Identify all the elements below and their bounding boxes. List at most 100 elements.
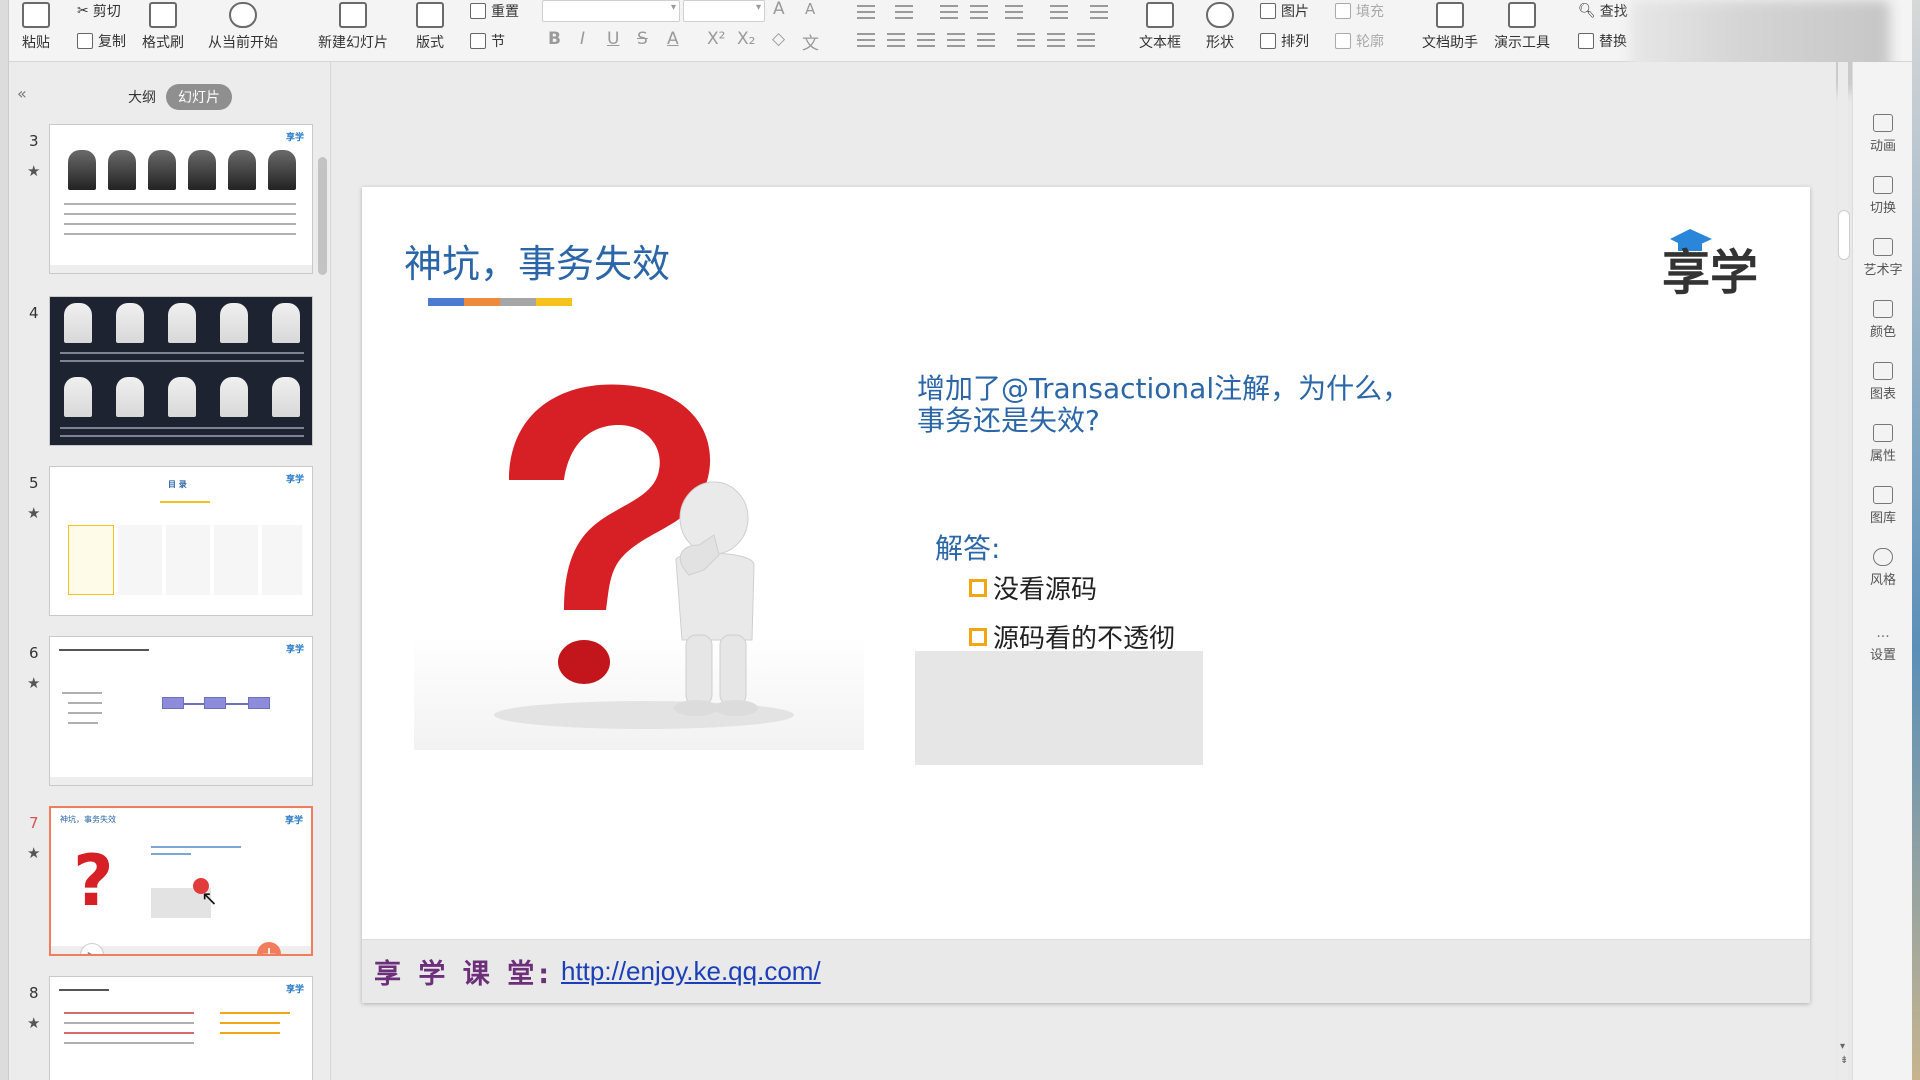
superscript-icon[interactable]: X²	[707, 29, 725, 49]
text-box-button[interactable]: 文本框	[1139, 2, 1181, 52]
bar-segment	[536, 298, 572, 306]
thumb-photo	[116, 377, 144, 417]
justify-icon[interactable]	[947, 33, 965, 47]
increase-indent-icon[interactable]	[970, 5, 988, 19]
shrink-font-icon[interactable]: A	[805, 0, 815, 18]
right-task-pane: 动画 切换 艺术字 颜色 图表 属性 图库 风格 ··· 设置	[1852, 62, 1912, 1080]
thumb-text-line	[59, 989, 109, 991]
bullet-item[interactable]: 源码看的不透彻	[969, 618, 1175, 655]
arrange-button[interactable]: 排列	[1260, 31, 1309, 51]
text-direction-icon[interactable]	[1090, 5, 1108, 19]
paragraph-icon[interactable]	[1077, 33, 1095, 47]
scissors-icon: ✂	[77, 3, 89, 19]
bold-icon[interactable]: B	[548, 29, 561, 49]
current-slide[interactable]: 神坑，事务失效 享学 增加了@Transactional注解，为什么，事务还是失…	[362, 187, 1810, 1003]
italic-icon[interactable]: I	[580, 29, 585, 49]
question-text[interactable]: 增加了@Transactional注解，为什么，事务还是失效?	[917, 373, 1437, 437]
settings-pane-button[interactable]: ··· 设置	[1853, 630, 1913, 663]
clear-format-icon[interactable]: ◇	[772, 29, 785, 49]
play-slide-icon[interactable]: ▶	[80, 943, 104, 954]
copy-button[interactable]: 复制	[77, 31, 126, 51]
properties-pane-button[interactable]: 属性	[1853, 424, 1913, 464]
reset-button[interactable]: 重置	[470, 1, 519, 21]
doc-assistant-icon	[1436, 2, 1464, 28]
bar-segment	[428, 298, 464, 306]
tab-outline[interactable]: 大纲	[116, 84, 168, 110]
decrease-indent-icon[interactable]	[940, 5, 958, 19]
answer-label[interactable]: 解答:	[935, 527, 1000, 567]
new-slide-button[interactable]: 新建幻灯片	[318, 2, 388, 52]
para-spacing-icon[interactable]	[1047, 33, 1065, 47]
chart-pane-button[interactable]: 图表	[1853, 362, 1913, 402]
slide-title[interactable]: 神坑，事务失效	[404, 233, 670, 288]
strikethrough-icon[interactable]: S	[637, 29, 648, 49]
reset-icon	[470, 3, 486, 19]
thumb-text-line	[64, 1022, 194, 1024]
replace-icon	[1578, 33, 1594, 49]
subscript-icon[interactable]: X₂	[737, 29, 755, 49]
shape-button[interactable]: 形状	[1206, 2, 1234, 52]
align-right-icon[interactable]	[917, 33, 935, 47]
slide-thumbnail-5[interactable]: 享学 目 录	[49, 466, 313, 616]
main-scrollbar-thumb[interactable]	[1838, 210, 1850, 260]
collapse-pane-icon[interactable]: «	[17, 84, 27, 103]
format-painter-icon	[149, 2, 177, 28]
slide-thumbnail-8[interactable]: 享学	[49, 976, 313, 1080]
animation-icon	[1873, 114, 1893, 132]
font-family-select[interactable]	[542, 0, 680, 22]
animation-pane-button[interactable]: 动画	[1853, 114, 1913, 154]
footer-link[interactable]: http://enjoy.ke.qq.com/	[561, 956, 821, 987]
text-box-icon	[1146, 2, 1174, 28]
play-from-current-button[interactable]: 从当前开始	[208, 2, 278, 52]
thumbnail-scrollbar[interactable]	[318, 157, 327, 275]
slide-thumbnail-3[interactable]: 享学	[49, 124, 313, 274]
thumb-text-line	[68, 722, 98, 724]
align-center-icon[interactable]	[887, 33, 905, 47]
scroll-arrows-icon[interactable]: ▾ ⇟	[1840, 1040, 1848, 1068]
phonetic-icon[interactable]: 文	[802, 29, 819, 54]
distribute-icon[interactable]	[977, 33, 995, 47]
transition-pane-button[interactable]: 切换	[1853, 176, 1913, 216]
slide-thumbnail-7[interactable]: 神坑，事务失效 享学 ? ↖ ▶ +	[49, 806, 313, 956]
fill-button[interactable]: 填充	[1335, 1, 1384, 21]
wordart-pane-button[interactable]: 艺术字	[1853, 238, 1913, 278]
section-button[interactable]: 节	[470, 31, 505, 51]
tab-slides[interactable]: 幻灯片	[166, 84, 232, 110]
bullet-text: 源码看的不透彻	[993, 624, 1176, 654]
columns-icon[interactable]	[1005, 5, 1023, 19]
color-grid-icon	[1873, 300, 1893, 318]
color-pane-button[interactable]: 颜色	[1853, 300, 1913, 340]
underline-icon[interactable]: U	[607, 29, 619, 49]
replace-button[interactable]: 替换	[1578, 31, 1627, 51]
paste-button[interactable]: 粘贴	[22, 2, 50, 52]
bullets-icon[interactable]	[857, 5, 875, 19]
cut-button[interactable]: ✂ 剪切	[77, 1, 121, 21]
style-pane-button[interactable]: 风格	[1853, 548, 1913, 588]
thumb-title: 神坑，事务失效	[60, 815, 116, 824]
format-painter-button[interactable]: 格式刷	[142, 2, 184, 52]
add-slide-icon[interactable]: +	[257, 942, 281, 954]
font-color-icon[interactable]: A	[667, 29, 679, 49]
slide-thumbnail-6[interactable]: 享学	[49, 636, 313, 786]
numbering-icon[interactable]	[895, 5, 913, 19]
slide-number: 3	[29, 132, 39, 150]
picture-button[interactable]: 图片	[1260, 1, 1309, 21]
layout-button[interactable]: 版式	[416, 2, 444, 52]
thumb-text-line	[220, 1032, 280, 1034]
find-button[interactable]: 🔍︎ 查找	[1578, 1, 1628, 21]
doc-assistant-button[interactable]: 文档助手	[1422, 2, 1478, 52]
slide-thumbnail-4[interactable]	[49, 296, 313, 446]
font-size-select[interactable]	[683, 0, 765, 22]
outline-button[interactable]: 轮廓	[1335, 31, 1384, 51]
align-left-icon[interactable]	[857, 33, 875, 47]
thumb-photo	[272, 303, 300, 343]
line-spacing-icon[interactable]	[1050, 5, 1068, 19]
bar-segment	[464, 298, 500, 306]
grow-font-icon[interactable]: A	[773, 0, 785, 19]
gallery-pane-button[interactable]: 图库	[1853, 486, 1913, 526]
vertical-align-icon[interactable]	[1017, 33, 1035, 47]
present-tools-button[interactable]: 演示工具	[1494, 2, 1550, 52]
thumb-text-line	[64, 203, 296, 205]
bullet-item[interactable]: 没看源码	[969, 569, 1097, 606]
placeholder-gray-box[interactable]	[915, 651, 1203, 765]
